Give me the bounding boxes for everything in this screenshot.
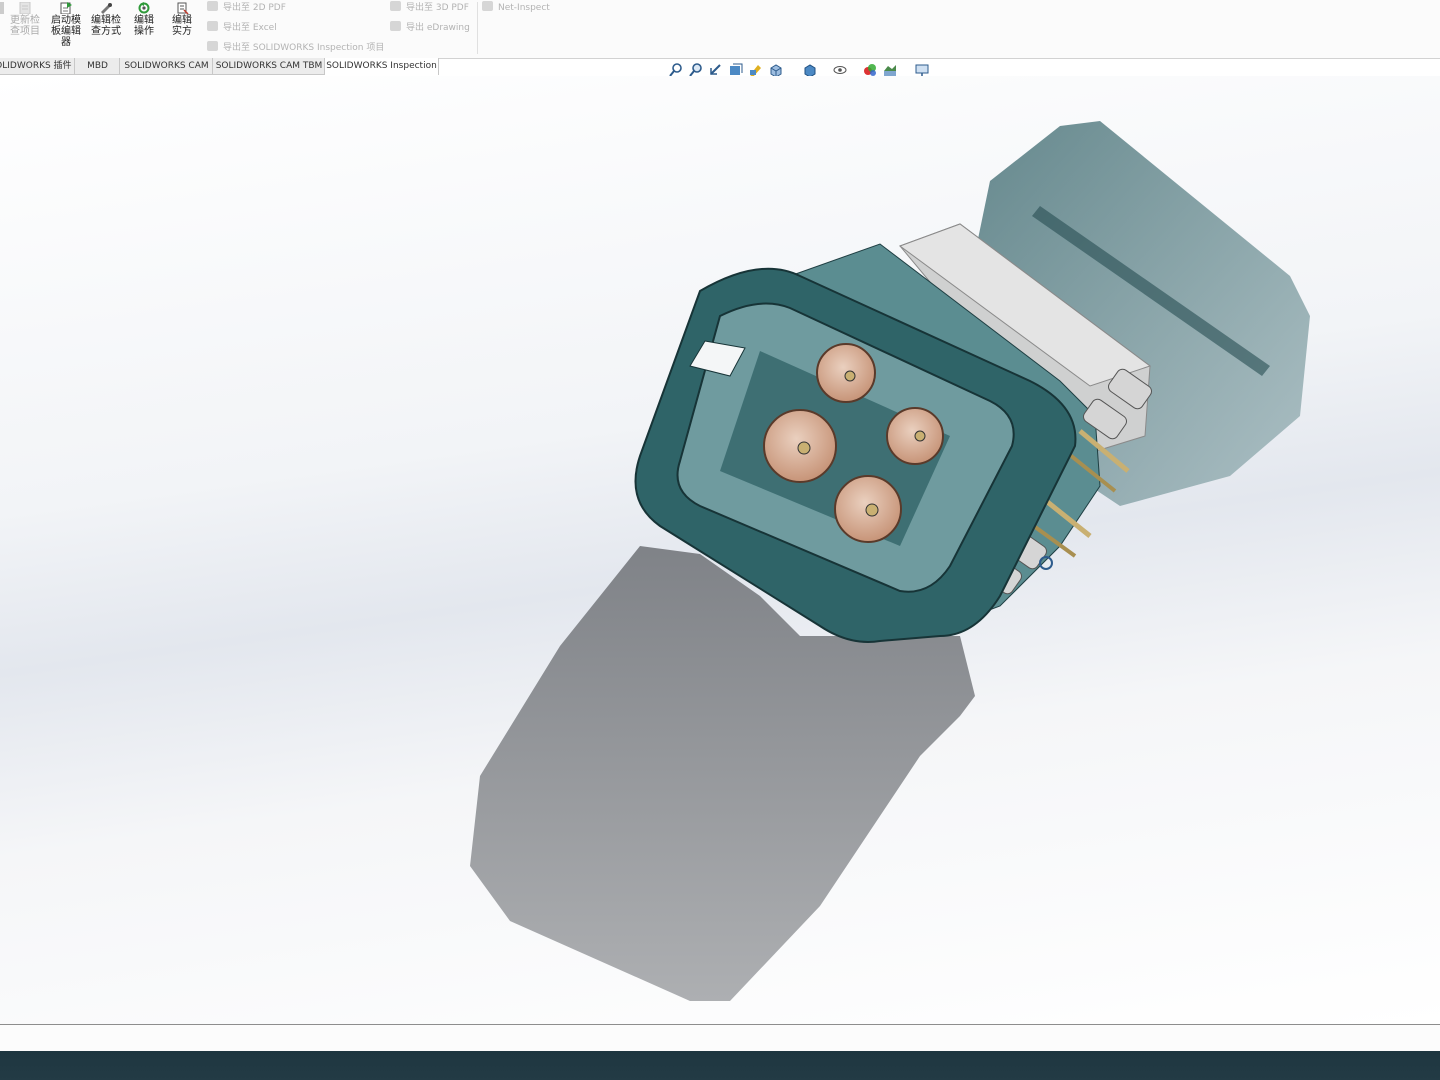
tab-solidworks-addins[interactable]: SOLIDWORKS 插件	[0, 58, 75, 75]
tab-solidworks-cam[interactable]: SOLIDWORKS CAM	[119, 58, 214, 75]
net-inspect-icon	[482, 1, 493, 11]
edit-inspection-method-button[interactable]: 编辑检查方式	[88, 0, 124, 37]
edit-vendor-icon	[177, 2, 189, 14]
export-2d-pdf-button[interactable]: 导出至 2D PDF	[207, 0, 286, 13]
tab-label: SOLIDWORKS 插件	[0, 61, 72, 71]
launch-template-editor-button[interactable]: 启动模板编辑器	[48, 0, 84, 48]
excel-icon	[207, 21, 218, 31]
tab-solidworks-cam-tbm[interactable]: SOLIDWORKS CAM TBM	[212, 58, 326, 75]
export-excel-button[interactable]: 导出至 Excel	[207, 20, 277, 33]
ribbon-separator	[477, 2, 478, 54]
tab-solidworks-inspection[interactable]: SOLIDWORKS Inspection	[324, 58, 439, 75]
tab-mbd[interactable]: MBD	[74, 58, 121, 75]
status-bar	[0, 1024, 1440, 1052]
graphics-area[interactable]	[0, 76, 1440, 1024]
export-edrawing-label: 导出 eDrawing	[406, 23, 470, 33]
template-editor-label: 启动模板编辑器	[51, 15, 81, 48]
tab-label: SOLIDWORKS CAM	[124, 61, 209, 71]
edit-vendor-button[interactable]: 编辑实方	[165, 0, 199, 37]
update-items-label: 更新检查项目	[10, 15, 40, 37]
edit-vendor-label: 编辑实方	[172, 15, 192, 37]
update-items-icon	[19, 2, 31, 14]
tab-label: SOLIDWORKS CAM TBM	[215, 61, 323, 71]
export-edrawing-button[interactable]: 导出 eDrawing	[390, 20, 470, 33]
edit-method-icon	[101, 3, 112, 14]
edit-method-label: 编辑检查方式	[91, 15, 121, 37]
template-editor-icon	[60, 2, 72, 14]
export-2d-pdf-label: 导出至 2D PDF	[223, 3, 286, 13]
inspection-project-icon	[207, 41, 218, 51]
export-excel-label: 导出至 Excel	[223, 23, 277, 33]
net-inspect-label: Net-Inspect	[498, 3, 550, 13]
edit-operation-button[interactable]: 编辑操作	[127, 0, 161, 37]
export-inspection-project-button[interactable]: 导出至 SOLIDWORKS Inspection 项目	[207, 40, 384, 53]
tab-label: MBD	[87, 61, 108, 71]
edit-operation-icon	[138, 2, 150, 14]
edrawing-icon	[390, 21, 401, 31]
clipped-icon	[0, 2, 4, 14]
edit-operation-label: 编辑操作	[134, 15, 154, 37]
export-3d-pdf-label: 导出至 3D PDF	[406, 3, 469, 13]
pdf-3d-icon	[390, 1, 401, 11]
windows-taskbar	[0, 1051, 1440, 1080]
pdf-icon	[207, 1, 218, 11]
tab-label: SOLIDWORKS Inspection	[326, 61, 437, 71]
net-inspect-button[interactable]: Net-Inspect	[482, 1, 550, 13]
model-view	[470, 121, 1310, 1001]
export-inspection-project-label: 导出至 SOLIDWORKS Inspection 项目	[223, 43, 385, 53]
export-3d-pdf-button[interactable]: 导出至 3D PDF	[390, 0, 469, 13]
update-inspection-items-button[interactable]: 更新检查项目	[6, 0, 44, 37]
command-manager-ribbon: 更新检查项目 启动模板编辑器 编辑检查方式 编辑操作 编辑实方 导出至 2D P…	[0, 0, 1440, 59]
